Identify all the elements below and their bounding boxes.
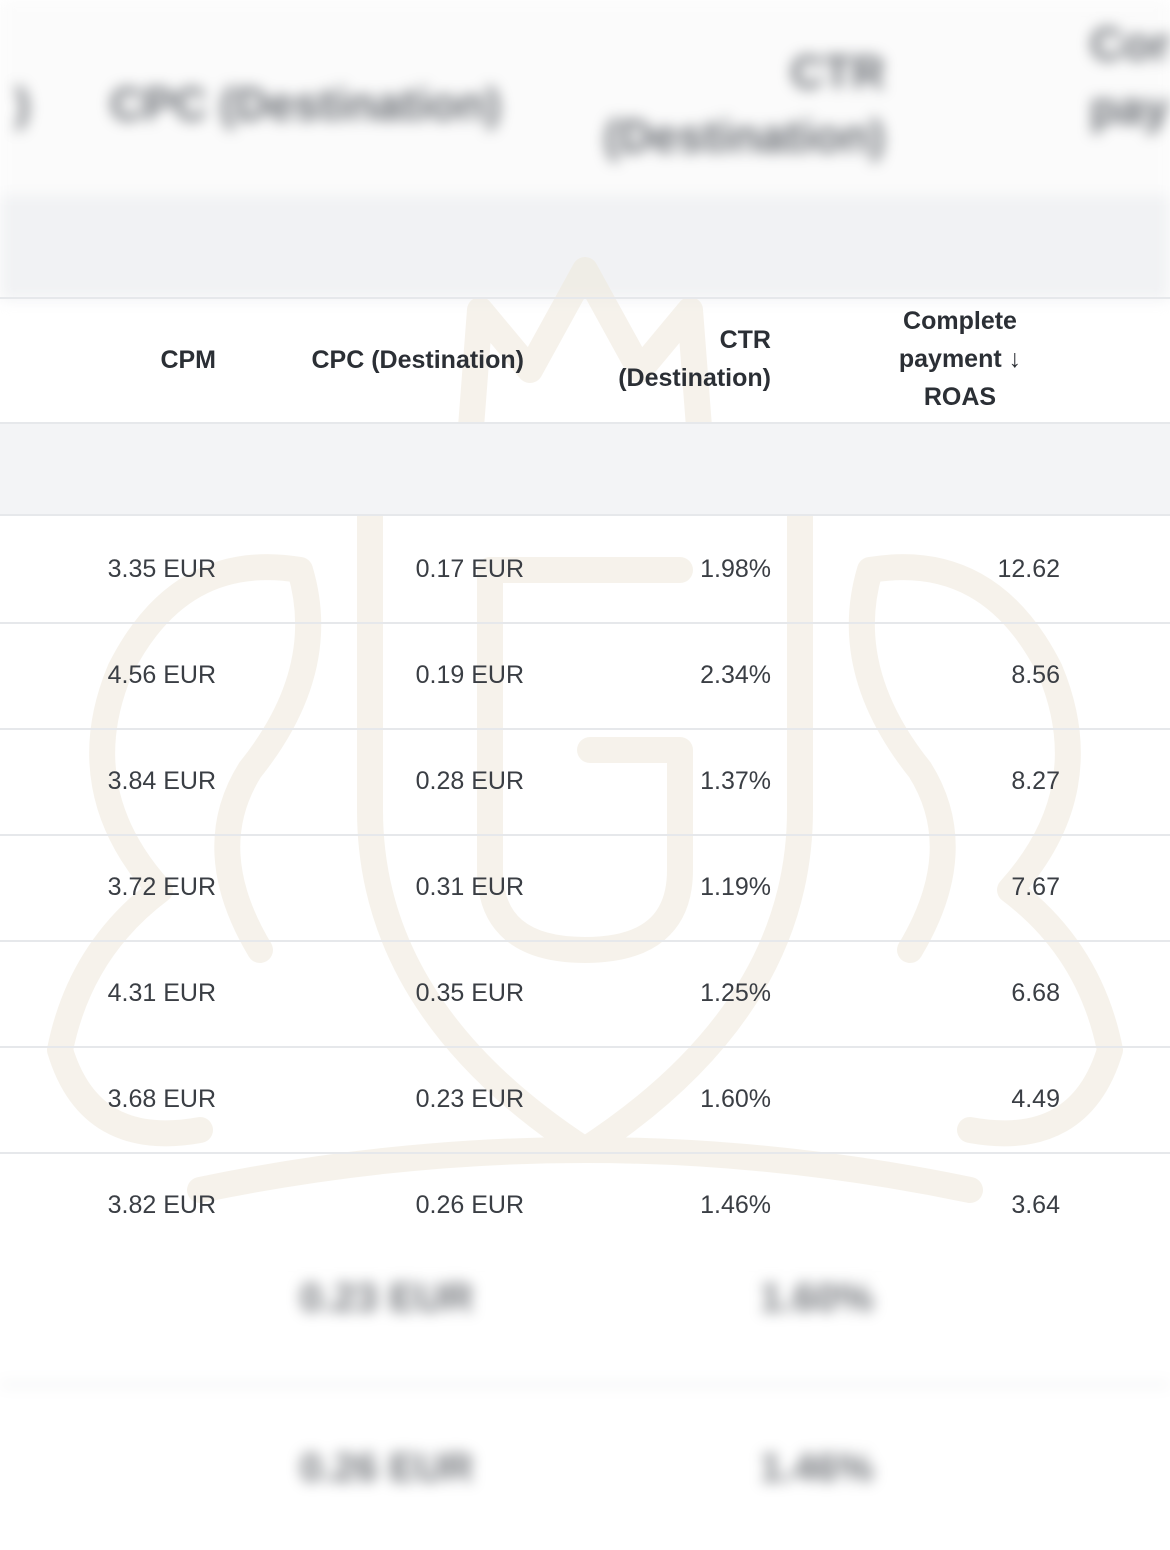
table-row[interactable]: 4.31 EUR 0.35 EUR 1.25% 6.68: [0, 940, 1170, 1046]
cell-cpm: 3.72 EUR: [107, 873, 216, 901]
cell-cpc: 0.19 EUR: [415, 661, 524, 689]
blurred-ctr-line2: (Destination): [603, 110, 885, 162]
blurred-ctr-line1: CTR: [790, 46, 885, 98]
table-row[interactable]: 3.68 EUR 0.23 EUR 1.60% 4.49: [0, 1046, 1170, 1152]
metrics-table: CPM CPC (Destination) CTR (Destination) …: [0, 297, 1170, 1255]
blurred-roas-line2: payment ↓: [1090, 82, 1170, 134]
table-row[interactable]: 3.35 EUR 0.17 EUR 1.98% 12.62: [0, 516, 1170, 622]
cell-cpc: 0.17 EUR: [415, 555, 524, 583]
cell-cpc: 0.31 EUR: [415, 873, 524, 901]
cell-ctr: 1.25%: [700, 979, 771, 1007]
column-header-roas-sorted[interactable]: Complete payment ↓ ROAS: [860, 302, 1060, 416]
cell-roas: 4.49: [1011, 1085, 1060, 1113]
blurred-cpc-value-2: 0.26 EUR: [300, 1446, 474, 1490]
column-header-roas-line1: Complete: [903, 307, 1017, 335]
column-header-cpc[interactable]: CPC (Destination): [250, 341, 525, 379]
table-row[interactable]: 3.82 EUR 0.26 EUR 1.46% 3.64: [0, 1152, 1170, 1258]
screenshot-page: ) CPC (Destination) CTR (Destination) Co…: [0, 0, 1170, 1550]
column-header-ctr[interactable]: CTR (Destination): [560, 321, 771, 397]
column-header-roas-line2: payment ↓: [898, 345, 1022, 373]
cell-ctr: 2.34%: [700, 661, 771, 689]
cell-cpm: 3.35 EUR: [107, 555, 216, 583]
blurred-roas-line1: Complete: [1090, 18, 1170, 70]
column-header-cpm-label: CPM: [160, 346, 216, 374]
blurred-divider: [0, 1383, 1170, 1386]
column-header-ctr-line2: (Destination): [618, 364, 771, 392]
cell-cpm: 3.68 EUR: [107, 1085, 216, 1113]
cell-ctr: 1.98%: [700, 555, 771, 583]
cell-roas: 8.27: [1011, 767, 1060, 795]
blurred-cpc-value-1: 0.23 EUR: [300, 1276, 474, 1320]
blurred-roas-header: Complete payment ↓: [1090, 12, 1170, 134]
table-header-row: CPM CPC (Destination) CTR (Destination) …: [0, 297, 1170, 422]
table-row[interactable]: 3.84 EUR 0.28 EUR 1.37% 8.27: [0, 728, 1170, 834]
cell-cpm: 4.56 EUR: [107, 661, 216, 689]
blurred-header-background: ) CPC (Destination) CTR (Destination) Co…: [0, 0, 1170, 300]
cell-cpc: 0.26 EUR: [415, 1191, 524, 1219]
table-row[interactable]: 4.56 EUR 0.19 EUR 2.34% 8.56: [0, 622, 1170, 728]
cell-ctr: 1.60%: [700, 1085, 771, 1113]
cell-cpm: 4.31 EUR: [107, 979, 216, 1007]
cell-cpm: 3.84 EUR: [107, 767, 216, 795]
cell-roas: 6.68: [1011, 979, 1060, 1007]
cell-cpc: 0.23 EUR: [415, 1085, 524, 1113]
cell-ctr: 1.46%: [700, 1191, 771, 1219]
blurred-rows-background: ) 0.23 EUR 1.60% ) 0.26 EUR 1.46%: [0, 1255, 1170, 1550]
cell-ctr: 1.19%: [700, 873, 771, 901]
blurred-group-band: [0, 195, 1170, 300]
column-header-ctr-line1: CTR: [719, 326, 771, 354]
column-header-cpc-label: CPC (Destination): [311, 346, 525, 374]
column-header-cpm[interactable]: CPM: [60, 341, 216, 379]
cell-ctr: 1.37%: [700, 767, 771, 795]
cell-cpm: 3.82 EUR: [107, 1191, 216, 1219]
blurred-edge-glyph: ): [14, 78, 30, 130]
cell-cpc: 0.35 EUR: [415, 979, 524, 1007]
blurred-cpc-header: CPC (Destination): [110, 78, 501, 130]
blurred-ctr-header: CTR (Destination): [560, 40, 885, 162]
table-row[interactable]: 3.72 EUR 0.31 EUR 1.19% 7.67: [0, 834, 1170, 940]
cell-roas: 12.62: [997, 555, 1060, 583]
summary-row-band: [0, 424, 1170, 514]
cell-cpc: 0.28 EUR: [415, 767, 524, 795]
cell-roas: 8.56: [1011, 661, 1060, 689]
column-header-roas-line3: ROAS: [923, 383, 997, 411]
blurred-ctr-value-1: 1.60%: [760, 1276, 874, 1320]
cell-roas: 3.64: [1011, 1191, 1060, 1219]
blurred-ctr-value-2: 1.46%: [760, 1446, 874, 1490]
cell-roas: 7.67: [1011, 873, 1060, 901]
